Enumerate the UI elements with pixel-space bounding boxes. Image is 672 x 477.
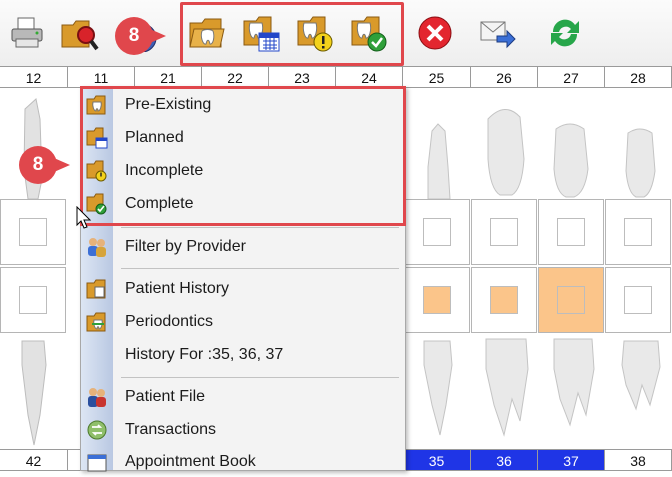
tooth-surface-grid[interactable]: [605, 267, 671, 333]
toolbar-callout-badge: 8: [114, 16, 166, 56]
tooth-number[interactable]: 21: [135, 66, 202, 88]
menu-item-transactions[interactable]: Transactions: [81, 415, 405, 445]
menu-callout-badge: 8: [18, 145, 70, 185]
print-button[interactable]: [6, 12, 48, 54]
tooth-surface-grid[interactable]: [404, 267, 470, 333]
tooth-number[interactable]: 38: [605, 449, 672, 471]
providers-icon: [88, 238, 106, 257]
mouse-cursor-icon: [76, 206, 92, 229]
menu-item-label: Patient History: [125, 280, 230, 297]
tooth-image: [487, 109, 525, 196]
menu-callout-number: 8: [32, 154, 44, 175]
tooth-image: [625, 128, 656, 198]
email-button[interactable]: [476, 12, 518, 54]
tooth-image: [485, 338, 529, 437]
search-folder-icon: [61, 20, 99, 51]
toolbar-highlight-box: [180, 2, 404, 66]
tooth-number[interactable]: 11: [68, 66, 135, 88]
appointment-book-icon: [87, 454, 107, 472]
tooth-image: [621, 340, 661, 411]
menu-item-label: Patient File: [125, 388, 206, 405]
tooth-surface-grid[interactable]: [404, 199, 470, 265]
mail-icon: [480, 21, 516, 49]
upper-tooth-numbers: 12 11 21 22 23 24 25 26 27 28: [0, 66, 672, 88]
menu-item-label: History For :35, 36, 37: [125, 346, 284, 363]
tooth-surface-grid[interactable]: [471, 199, 537, 265]
tooth-number[interactable]: 23: [269, 66, 336, 88]
tooth-image: [423, 340, 453, 436]
printer-icon: [11, 17, 43, 48]
cancel-button[interactable]: [414, 12, 456, 54]
history-folder-icon: [86, 279, 106, 299]
tooth-image: [553, 338, 595, 427]
menu-separator: [121, 377, 399, 378]
tooth-number[interactable]: 25: [403, 66, 471, 88]
transactions-icon: [87, 420, 107, 440]
menu-item-filter-by-provider[interactable]: Filter by Provider: [81, 232, 405, 262]
tooth-surface-grid[interactable]: [605, 199, 671, 265]
menu-item-history-for-selection[interactable]: History For :35, 36, 37: [81, 340, 405, 370]
refresh-icon: [551, 19, 579, 47]
tooth-surface-grid[interactable]: [471, 267, 537, 333]
tooth-image: [21, 340, 47, 446]
tooth-number[interactable]: 35: [403, 449, 471, 471]
tooth-number[interactable]: 37: [538, 449, 605, 471]
perio-folder-icon: [86, 312, 106, 332]
menu-item-label: Transactions: [125, 421, 216, 438]
tooth-surface-grid[interactable]: [538, 199, 604, 265]
menu-item-label: Filter by Provider: [125, 238, 246, 255]
patient-file-icon: [88, 388, 106, 407]
menu-item-patient-file[interactable]: Patient File: [81, 382, 405, 412]
tooth-number[interactable]: 24: [336, 66, 403, 88]
tooth-number[interactable]: 27: [538, 66, 605, 88]
menu-item-appointment-book[interactable]: Appointment Book: [81, 447, 405, 477]
menu-separator: [121, 227, 399, 228]
tooth-image: [427, 123, 451, 200]
tooth-number[interactable]: 42: [0, 449, 68, 471]
tooth-surface-grid[interactable]: [0, 267, 66, 333]
search-button[interactable]: [58, 12, 100, 54]
refresh-button[interactable]: [544, 12, 586, 54]
menu-item-periodontics[interactable]: Periodontics: [81, 307, 405, 337]
close-icon: [418, 16, 452, 50]
menu-item-label: Periodontics: [125, 313, 214, 330]
tooth-number[interactable]: 28: [605, 66, 672, 88]
tooth-number[interactable]: 36: [471, 449, 538, 471]
tooth-image: [553, 123, 589, 198]
menu-highlight-box: [80, 86, 406, 226]
tooth-number[interactable]: 26: [471, 66, 538, 88]
toolbar-callout-number: 8: [128, 25, 140, 46]
tooth-surface-grid[interactable]: [0, 199, 66, 265]
menu-item-label: Appointment Book: [125, 453, 256, 470]
menu-separator: [121, 268, 399, 269]
menu-item-patient-history[interactable]: Patient History: [81, 274, 405, 304]
tooth-number[interactable]: 12: [0, 66, 68, 88]
tooth-number[interactable]: 22: [202, 66, 269, 88]
tooth-surface-grid[interactable]: [538, 267, 604, 333]
